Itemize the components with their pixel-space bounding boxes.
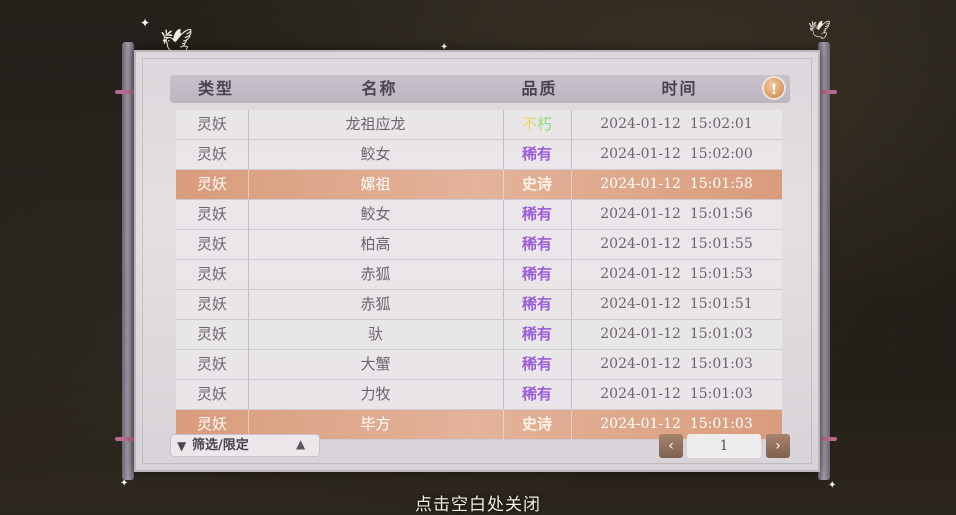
row-name: 鲛女 [360,145,391,163]
row-time: 2024-01-12 15:02:00 [600,146,753,162]
filter-icon: ▼ [177,439,187,453]
table-row: 灵妖 赤狐 稀有 2024-01-12 15:01:51 [176,290,782,320]
row-time: 2024-01-12 15:01:03 [600,326,753,342]
sparkle-icon: ✦ [140,16,151,30]
row-name: 驮 [367,325,383,343]
row-name: 鲛女 [360,205,391,223]
row-name: 赤狐 [360,295,391,313]
table-row: 灵妖 嫘祖 史诗 2024-01-12 15:01:58 [176,170,782,200]
header-type: 类型 [197,79,234,98]
next-page-button[interactable]: › [766,434,790,458]
row-time: 2024-01-12 15:01:55 [600,236,753,252]
row-quality: 稀有 [521,205,552,223]
row-quality: 史诗 [521,175,552,193]
table-row: 灵妖 驮 稀有 2024-01-12 15:01:03 [176,320,782,350]
row-name: 赤狐 [360,265,391,283]
draw-record-table: 灵妖 龙祖应龙 不朽 2024-01-12 15:02:01 灵妖 鲛女 稀有 2024-01… [176,110,782,440]
header-name: 名称 [361,79,398,98]
row-name: 大蟹 [360,355,391,373]
row-type: 灵妖 [196,145,227,163]
row-quality: 稀有 [521,265,552,283]
scroll-rod-left [122,42,134,480]
row-time: 2024-01-12 15:01:03 [600,386,753,402]
row-name: 龙祖应龙 [345,115,406,133]
row-type: 灵妖 [196,385,227,403]
swallow-ornament-icon: 🕊 [808,20,831,41]
row-type: 灵妖 [196,355,227,373]
row-time: 2024-01-12 15:01:03 [600,356,753,372]
table-row: 灵妖 力牧 稀有 2024-01-12 15:01:03 [176,380,782,410]
row-quality: 稀有 [521,325,552,343]
row-type: 灵妖 [196,265,227,283]
row-type: 灵妖 [196,295,227,313]
header-time: 时间 [661,79,698,98]
page-number: 1 [687,434,761,458]
table-row: 灵妖 柏高 稀有 2024-01-12 15:01:55 [176,230,782,260]
row-quality: 稀有 [521,295,552,313]
chevron-up-icon: ▲ [296,437,306,451]
row-quality: 稀有 [521,355,552,373]
header-quality: 品质 [521,79,558,98]
row-time: 2024-01-12 15:01:58 [600,176,753,192]
row-time: 2024-01-12 15:01:51 [600,296,753,312]
row-quality: 稀有 [521,145,552,163]
table-row: 灵妖 鲛女 稀有 2024-01-12 15:02:00 [176,140,782,170]
table-header: 类型 名称 品质 时间 [170,75,790,103]
filter-label: 筛选/限定 [192,438,249,453]
row-time: 2024-01-12 15:01:56 [600,206,753,222]
row-time: 2024-01-12 15:02:01 [600,116,753,132]
filter-dropdown[interactable]: ▼ 筛选/限定 ▲ [170,434,320,457]
table-row: 灵妖 鲛女 稀有 2024-01-12 15:01:56 [176,200,782,230]
row-type: 灵妖 [196,235,227,253]
row-name: 嫘祖 [360,175,391,193]
prev-page-button[interactable]: ‹ [659,434,683,458]
row-quality: 稀有 [521,385,552,403]
table-row: 灵妖 大蟹 稀有 2024-01-12 15:01:03 [176,350,782,380]
table-row: 灵妖 赤狐 稀有 2024-01-12 15:01:53 [176,260,782,290]
row-time: 2024-01-12 15:01:53 [600,266,753,282]
row-type: 灵妖 [196,325,227,343]
row-quality: 稀有 [521,235,552,253]
row-quality: 不朽 [503,110,571,139]
close-hint: 点击空白处关闭 [415,495,541,515]
row-type: 灵妖 [196,115,227,133]
row-quality: 史诗 [521,415,552,433]
row-type: 灵妖 [196,175,227,193]
row-name: 柏高 [360,235,391,253]
row-type: 灵妖 [196,205,227,223]
info-icon[interactable]: ! [762,76,786,100]
row-name: 力牧 [360,385,391,403]
table-row: 灵妖 龙祖应龙 不朽 2024-01-12 15:02:01 [176,110,782,140]
